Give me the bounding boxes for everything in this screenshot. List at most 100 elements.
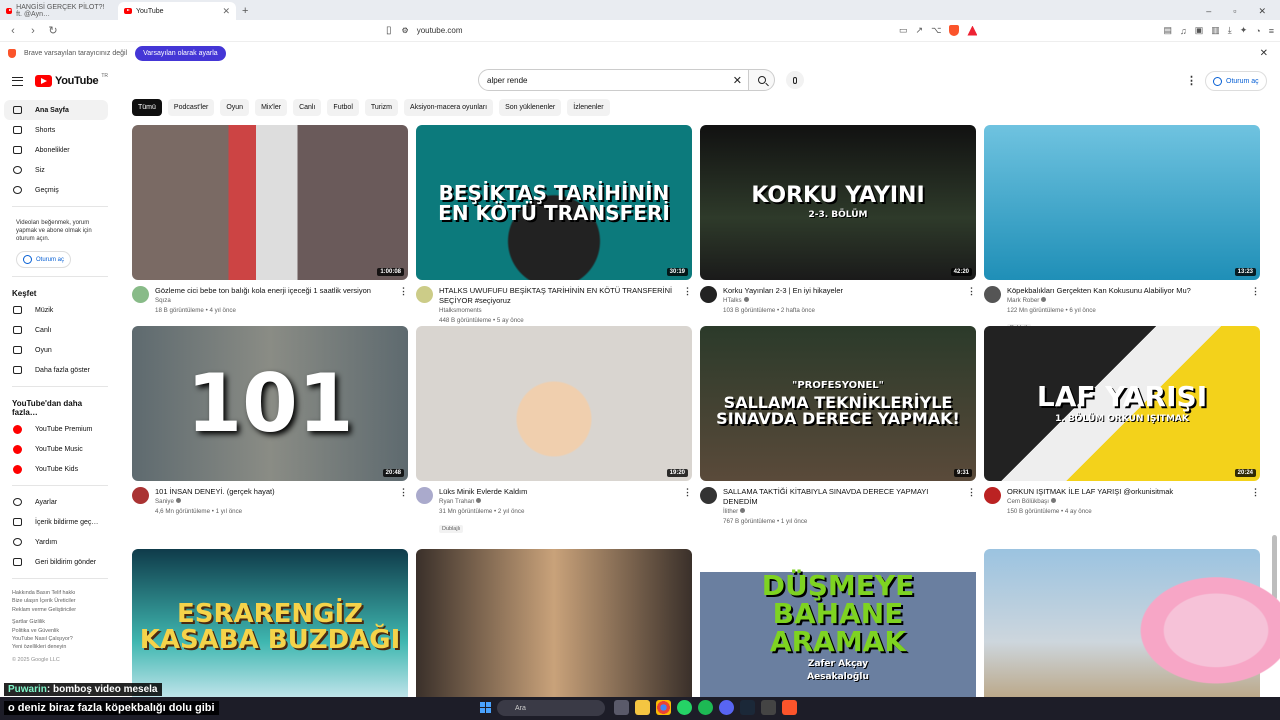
video-card[interactable]: 19:20 Lüks Minik Evlerde Kaldım Ryan Traha… bbox=[416, 326, 692, 535]
maximize-icon[interactable]: ▫ bbox=[1233, 6, 1236, 16]
windows-start-icon[interactable] bbox=[480, 702, 491, 713]
forward-icon[interactable]: › bbox=[26, 25, 40, 37]
sidebar-item-youtube-music[interactable]: YouTube Music bbox=[0, 439, 120, 459]
sidebar-item-ayarlar[interactable]: Ayarlar bbox=[0, 492, 120, 512]
video-thumbnail[interactable]: "PROFESYONEL" SALLAMA TEKNİKLERİYLE SINAV… bbox=[700, 326, 976, 481]
vpn-icon[interactable]: ◔ bbox=[1255, 26, 1260, 36]
minimize-icon[interactable]: – bbox=[1206, 6, 1211, 16]
whatsapp-icon[interactable] bbox=[677, 700, 692, 715]
video-card[interactable]: DÜŞMEYE BAHANE ARAMAK Zafer Akçay Aesakalo… bbox=[700, 549, 976, 704]
sidebar-sign-in-button[interactable]: Oturum aç bbox=[16, 251, 72, 268]
video-title[interactable]: 101 İNSAN DENEYİ. (gerçek hayat) bbox=[155, 487, 397, 497]
clear-search-icon[interactable]: ✕ bbox=[733, 74, 742, 87]
channel-name[interactable]: Saniye bbox=[155, 497, 397, 507]
more-actions-icon[interactable]: ⋮ bbox=[683, 286, 692, 297]
video-thumbnail[interactable]: DÜŞMEYE BAHANE ARAMAK Zafer Akçay Aesakalo… bbox=[700, 549, 976, 704]
chip-3[interactable]: Mix'ler bbox=[255, 99, 288, 116]
more-actions-icon[interactable]: ⋮ bbox=[683, 487, 692, 498]
more-actions-icon[interactable]: ⋮ bbox=[399, 286, 408, 297]
more-actions-icon[interactable]: ⋮ bbox=[967, 286, 976, 297]
close-window-icon[interactable]: ✕ bbox=[1258, 6, 1266, 17]
file-explorer-icon[interactable] bbox=[635, 700, 650, 715]
video-card[interactable] bbox=[416, 549, 692, 704]
chip-1[interactable]: Podcast'ler bbox=[167, 99, 215, 116]
video-card[interactable]: 13:23 Köpekbalıkları Gerçekten Kan Kokusu… bbox=[984, 125, 1260, 334]
reload-icon[interactable]: ↻ bbox=[46, 24, 60, 37]
channel-avatar[interactable] bbox=[132, 487, 149, 504]
search-input[interactable]: alper rende ✕ bbox=[478, 69, 749, 91]
obs-icon[interactable] bbox=[761, 700, 776, 715]
video-thumbnail[interactable]: 19:20 bbox=[416, 326, 692, 481]
set-default-button[interactable]: Varsayılan olarak ayarla bbox=[135, 45, 226, 61]
footer-link-row[interactable]: Politika ve Güvenlik bbox=[12, 627, 108, 635]
sidebar-item-youtube-kids[interactable]: YouTube Kids bbox=[0, 459, 120, 479]
site-settings-icon[interactable]: ⚙ bbox=[402, 26, 409, 35]
footer-link-row[interactable]: Reklam verme Geliştiriciler bbox=[12, 606, 108, 614]
video-card[interactable]: "PROFESYONEL" SALLAMA TEKNİKLERİYLE SINAV… bbox=[700, 326, 976, 527]
channel-name[interactable]: HTalks bbox=[723, 296, 965, 306]
video-thumbnail[interactable]: ESRARENGİZ KASABA BUZDAĞI bbox=[132, 549, 408, 704]
channel-avatar[interactable] bbox=[700, 286, 717, 303]
browser-tab-active[interactable]: YouTube ✕ bbox=[118, 2, 236, 20]
chip-4[interactable]: Canlı bbox=[293, 99, 322, 116]
taskbar-search[interactable]: Ara bbox=[497, 700, 605, 716]
brave-shields-icon[interactable] bbox=[949, 25, 960, 36]
channel-avatar[interactable] bbox=[132, 286, 149, 303]
download-icon[interactable]: ⤓ bbox=[1228, 25, 1232, 36]
channel-name[interactable]: Ryan Trahan bbox=[439, 497, 681, 507]
chip-7[interactable]: Aksiyon-macera oyunları bbox=[404, 99, 494, 116]
channel-avatar[interactable] bbox=[700, 487, 717, 504]
video-thumbnail[interactable]: 101 20:48 bbox=[132, 326, 408, 481]
sidebar-item-ana-sayfa[interactable]: Ana Sayfa bbox=[4, 100, 108, 120]
install-icon[interactable]: ▭ bbox=[899, 25, 908, 36]
channel-name[interactable]: Cem Bölükbaşı bbox=[1007, 497, 1249, 507]
video-card[interactable]: BEŞİKTAŞ TARİHİNİN EN KÖTÜ TRANSFERİ 30:1… bbox=[416, 125, 692, 326]
sidebar-item-m-zik[interactable]: Müzik bbox=[0, 300, 120, 320]
steam-icon[interactable] bbox=[740, 700, 755, 715]
close-infobar-icon[interactable]: ✕ bbox=[1260, 48, 1272, 59]
chip-0[interactable]: Tümü bbox=[132, 99, 162, 116]
youtube-logo[interactable]: YouTube TR bbox=[35, 73, 108, 87]
video-title[interactable]: Köpekbalıkları Gerçekten Kan Kokusunu Al… bbox=[1007, 286, 1249, 296]
sidebar-item-abonelikler[interactable]: Abonelikler bbox=[0, 140, 120, 160]
video-thumbnail[interactable]: LAF YARIŞI 1. BÖLÜM ORKUN IŞITMAK 20:24 bbox=[984, 326, 1260, 481]
media-icon[interactable]: ♫ bbox=[1180, 26, 1187, 36]
more-actions-icon[interactable]: ⋮ bbox=[399, 487, 408, 498]
sidebar-item-siz[interactable]: Siz bbox=[0, 160, 120, 180]
sidebar-item-i-erik-bildirme-ge[interactable]: İçerik bildirme geç… bbox=[0, 512, 120, 532]
wallet-icon[interactable]: ▣ bbox=[1195, 25, 1204, 36]
settings-more-icon[interactable]: ⋮ bbox=[1186, 74, 1197, 87]
sidebar-item-youtube-premium[interactable]: YouTube Premium bbox=[0, 419, 120, 439]
sign-in-button[interactable]: Oturum aç bbox=[1205, 71, 1267, 91]
close-tab-icon[interactable]: ✕ bbox=[222, 6, 230, 17]
menu-icon[interactable]: ≡ bbox=[1269, 26, 1274, 36]
footer-link-row[interactable]: Şartlar Gizlilik bbox=[12, 618, 108, 626]
new-tab-icon[interactable]: + bbox=[242, 2, 248, 20]
chip-6[interactable]: Turizm bbox=[364, 99, 399, 116]
video-title[interactable]: Korku Yayınları 2-3 | En iyi hikayeler bbox=[723, 286, 965, 296]
video-thumbnail[interactable]: 13:23 bbox=[984, 125, 1260, 280]
footer-link-row[interactable]: Bize ulaşın İçerik Üreticiler bbox=[12, 597, 108, 605]
guide-menu-icon[interactable] bbox=[12, 76, 23, 86]
video-title[interactable]: HTALKS UWUFUFU BEŞİKTAŞ TARİHİNİN EN KÖT… bbox=[439, 286, 681, 306]
reading-list-icon[interactable]: ▥ bbox=[1211, 25, 1220, 36]
browser-tab[interactable]: HANGİSİ GERÇEK PİLOT?! ft. @Ayn… bbox=[0, 2, 118, 20]
video-title[interactable]: Lüks Minik Evlerde Kaldım bbox=[439, 487, 681, 497]
brave-taskbar-icon[interactable] bbox=[782, 700, 797, 715]
sidebar-item-daha-fazla-g-ster[interactable]: Daha fazla göster bbox=[0, 360, 120, 380]
chip-9[interactable]: İzlenenler bbox=[567, 99, 610, 116]
footer-link-row[interactable]: YouTube Nasıl Çalışıyor? bbox=[12, 635, 108, 643]
translate-icon[interactable]: ⌥ bbox=[931, 25, 941, 36]
url-field[interactable]: ⚙ youtube.com bbox=[398, 22, 878, 40]
video-title[interactable]: ORKUN IŞITMAK İLE LAF YARIŞI @orkunisitm… bbox=[1007, 487, 1249, 497]
chip-8[interactable]: Son yüklenenler bbox=[499, 99, 562, 116]
sidebar-item-yard-m[interactable]: Yardım bbox=[0, 532, 120, 552]
chrome-icon[interactable] bbox=[656, 700, 671, 715]
spotify-icon[interactable] bbox=[698, 700, 713, 715]
voice-search-button[interactable] bbox=[786, 71, 804, 89]
more-actions-icon[interactable]: ⋮ bbox=[967, 487, 976, 498]
channel-avatar[interactable] bbox=[416, 286, 433, 303]
chip-5[interactable]: Futbol bbox=[327, 99, 359, 116]
channel-name[interactable]: Mark Rober bbox=[1007, 296, 1249, 306]
video-card[interactable]: 1:00:08 Gözleme cici bebe ton balığı kola… bbox=[132, 125, 408, 316]
